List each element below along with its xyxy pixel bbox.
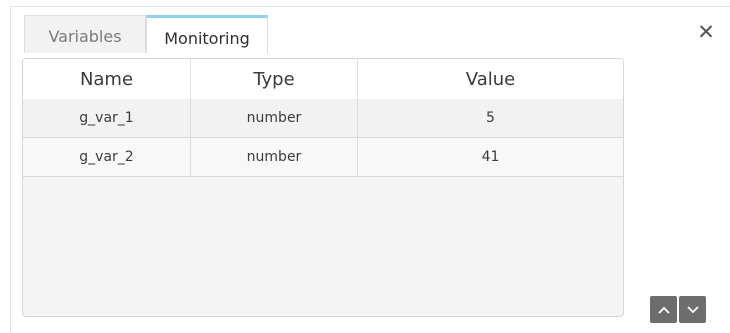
table-header: Name Type Value [23,59,623,100]
table-row[interactable]: g_var_1 number 5 [23,99,623,138]
cell-type: number [191,138,358,176]
panel-border-top [10,6,730,7]
chevron-up-icon [657,306,670,314]
scroll-down-button[interactable] [679,296,706,323]
chevron-down-icon [686,305,699,313]
table-row[interactable]: g_var_2 number 41 [23,138,623,177]
panel-border-left [10,6,11,333]
tab-monitoring[interactable]: Monitoring [146,15,268,53]
scroll-up-button[interactable] [650,296,677,323]
monitoring-panel: Variables Monitoring ✕ Name Type Value g… [0,0,730,333]
table-body: g_var_1 number 5 g_var_2 number 41 [23,99,623,177]
tab-variables[interactable]: Variables [24,15,146,53]
column-header-value[interactable]: Value [358,59,623,99]
close-icon: ✕ [697,20,715,44]
column-header-name[interactable]: Name [23,59,191,99]
column-header-type[interactable]: Type [191,59,358,99]
cell-name: g_var_2 [23,138,191,176]
cell-name: g_var_1 [23,99,191,137]
cell-value: 41 [481,149,500,165]
close-button[interactable]: ✕ [694,20,718,44]
cell-type: number [191,99,358,137]
cell-value: 5 [486,110,495,126]
variables-table: Name Type Value g_var_1 number 5 g_var_2… [22,58,624,317]
